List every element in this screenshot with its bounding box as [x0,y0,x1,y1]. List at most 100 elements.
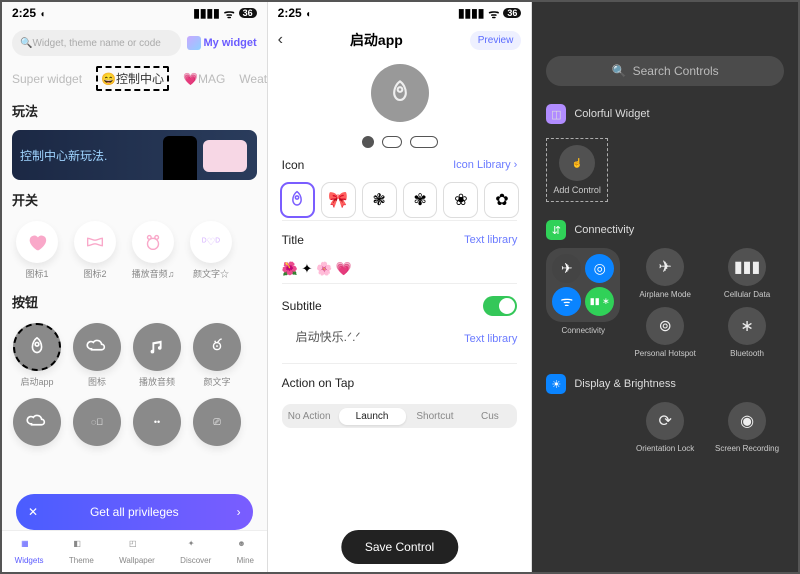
chevron-right-icon: › [237,505,241,519]
switch-item-icon1[interactable] [16,221,58,263]
icon-option-bow1[interactable]: 🎀 [321,182,356,218]
airplane-mode-icon[interactable]: ✈ [552,254,581,283]
preview-button[interactable]: Preview [470,31,522,50]
editor-pane: 2:25 ◖ ▮▮▮▮ᯤ36 ‹ 启动app Preview Icon Icon… [267,2,533,572]
moon-icon: ◖ [39,9,45,20]
switch-label: 播放音频♫ [132,267,175,280]
icon-option-bow3[interactable]: ✾ [403,182,438,218]
tabbar-theme[interactable]: ◧Theme [69,539,94,565]
seg-custom[interactable]: Cus [462,411,517,422]
airdrop-icon[interactable]: ◎ [585,254,614,283]
status-time: 2:25 [12,6,36,20]
button-label: 播放音频 [139,375,175,388]
control-preview-icon [371,64,429,122]
mywidget-label: My widget [204,37,257,49]
button-item-audio[interactable] [133,323,181,371]
tab-mag[interactable]: 💗MAG [183,72,225,86]
get-privileges-button[interactable]: ✕ Get all privileges › [16,494,253,530]
title-text-library-link[interactable]: Text library [464,234,517,246]
button-label: 颜文字 [203,375,230,388]
tabbar-discover[interactable]: ✦Discover [180,539,211,565]
add-control-button[interactable]: ☝ Add Control [546,138,608,202]
pager-size-medium[interactable] [382,136,402,148]
button-row2-c[interactable]: •• [133,398,181,446]
row-icon-label: Icon [282,158,305,172]
subtitle-text-library-link[interactable]: Text library [464,333,517,345]
switch-label: 图标2 [83,267,106,280]
seg-shortcut[interactable]: Shortcut [408,411,463,422]
icon-option-rocket[interactable] [280,182,315,218]
section-connectivity: Connectivity [574,224,634,236]
button-row2-d[interactable]: ⎚ [193,398,241,446]
title-value[interactable]: 🌺 ✦ 🌸 💗 [268,257,532,281]
wifi-icon[interactable]: ᯤ [552,287,581,316]
action-segment[interactable]: No Action Launch Shortcut Cus [282,404,518,428]
airplane-mode-tile[interactable]: ✈ [646,248,684,286]
button-label: 图标 [88,375,106,388]
switch-item-icon2[interactable] [74,221,116,263]
tabbar-widgets[interactable]: ▦Widgets [15,539,44,565]
tabbar-mine[interactable]: ☻Mine [237,539,254,565]
seg-launch[interactable]: Launch [339,408,406,425]
signal-icon: ▮▮▮▮ [193,6,219,20]
tab-bar: ▦Widgets ◧Theme ◰Wallpaper ✦Discover ☻Mi… [2,530,267,572]
subtitle-value[interactable]: 启动快乐.ᐟ.ᐟ [296,328,361,345]
section-switch-header: 开关 [2,184,267,215]
icon-option-bow5[interactable]: ✿ [484,182,519,218]
section-colorful-widget: Colorful Widget [574,108,649,120]
subtitle-toggle[interactable] [483,296,517,316]
status-bar: 2:25 ◖ ▮▮▮▮ᯤ36 [2,2,267,24]
my-widget-button[interactable]: My widget [187,36,257,50]
connectivity-section-icon: ⇵ [546,220,566,240]
tab-super-widget[interactable]: Super widget [12,72,82,86]
seg-no-action[interactable]: No Action [282,411,337,422]
display-section-icon: ☀ [546,374,566,394]
tab-control-center[interactable]: 😄控制中心 [96,66,169,91]
icon-option-bow2[interactable]: ❃ [362,182,397,218]
banner-text: 控制中心新玩法. [20,147,107,164]
section-display: Display & Brightness [574,378,676,390]
switch-item-text[interactable]: ᴰ♡ᴰ [190,221,232,263]
pager-size-small[interactable] [362,136,374,148]
connectivity-panel[interactable]: ✈ ◎ ᯤ ▮▮ ∗ [546,248,620,322]
banner-widget-icon [203,140,247,172]
save-control-button[interactable]: Save Control [341,530,458,564]
tab-weather[interactable]: Weat [239,72,266,86]
switch-item-audio[interactable] [132,221,174,263]
row-action-label: Action on Tap [282,376,355,390]
tabbar-wallpaper[interactable]: ◰Wallpaper [119,539,155,565]
battery-badge: 36 [239,8,257,18]
icon-option-bow4[interactable]: ❀ [443,182,478,218]
back-button[interactable]: ‹ [278,31,283,49]
pager-size-large[interactable] [410,136,438,148]
search-input[interactable]: 🔍 Widget, theme name or code [12,30,181,56]
app-home-pane: 2:25 ◖ ▮▮▮▮ᯤ36 🔍 Widget, theme name or c… [2,2,267,572]
controls-search[interactable]: 🔍Search Controls [546,56,784,86]
colorful-widget-icon: ◫ [546,104,566,124]
button-item-launch-app[interactable] [13,323,61,371]
page-title: 启动app [350,30,403,50]
close-icon[interactable]: ✕ [28,505,38,519]
button-row2-a[interactable] [13,398,61,446]
icon-options: 🎀 ❃ ✾ ❀ ✿ [268,182,532,218]
section-button-header: 按钮 [2,286,267,317]
button-item-icon[interactable] [73,323,121,371]
button-item-text[interactable]: ఠ [193,323,241,371]
bluetooth-tile[interactable]: ∗ [728,307,766,345]
personal-hotspot-tile[interactable]: ⊚ [646,307,684,345]
button-row2-b[interactable]: ◌⃝ [73,398,121,446]
row-subtitle-label: Subtitle [282,299,322,313]
search-icon: 🔍 [612,64,627,78]
cellular-icon[interactable]: ▮▮ ∗ [585,287,614,316]
orientation-lock-tile[interactable]: ⟳ [646,402,684,440]
screen-recording-tile[interactable]: ◉ [728,402,766,440]
promo-banner[interactable]: 控制中心新玩法. [12,130,257,180]
button-label: 启动app [20,375,53,388]
cellular-data-tile[interactable]: ▮▮▮ [728,248,766,286]
add-control-label: Add Control [553,185,601,195]
size-pager[interactable] [268,136,532,148]
row-title-label: Title [282,233,304,247]
controls-gallery-pane: 🔍Search Controls ◫ Colorful Widget ☝ Add … [532,2,798,572]
icon-library-link[interactable]: Icon Library › [453,159,517,171]
hand-tap-icon: ☝ [559,145,595,181]
